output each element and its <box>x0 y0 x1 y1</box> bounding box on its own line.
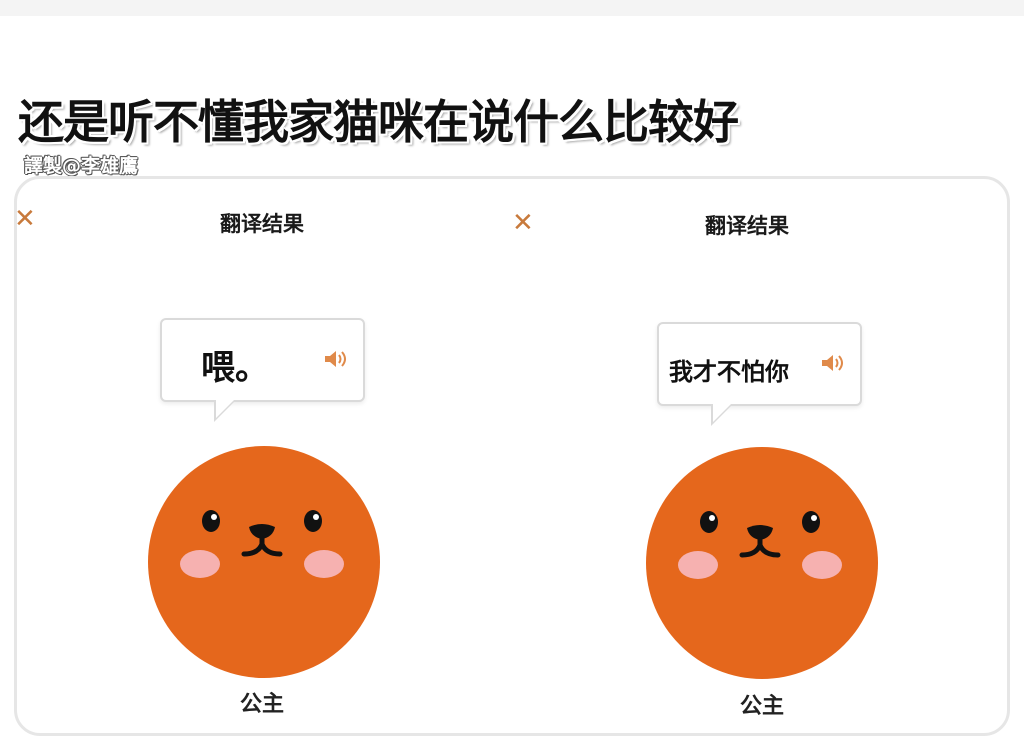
panel-title: 翻译结果 <box>705 214 789 238</box>
cat-name: 公主 <box>239 692 284 717</box>
speaker-icon[interactable] <box>820 352 846 374</box>
speech-bubble: 喂。 <box>160 318 365 422</box>
close-icon[interactable]: ✕ <box>512 210 534 236</box>
cat-face-icon <box>180 510 344 578</box>
bubble-tail-fill <box>713 404 731 422</box>
cat-face-icon <box>678 511 842 579</box>
close-icon[interactable]: ✕ <box>14 206 36 232</box>
cat-name: 公主 <box>739 694 784 719</box>
speech-text: 喂。 <box>201 348 269 388</box>
cat-avatar <box>148 446 380 678</box>
translator-credit: 譯製@李雄鷹 <box>24 155 139 177</box>
translation-panel-left: ✕ 翻译结果 喂。 公主 <box>14 176 514 736</box>
meme-caption: 还是听不懂我家猫咪在说什么比较好 <box>18 95 739 149</box>
translation-panel-right: ✕ 翻译结果 我才不怕你 公主 <box>510 176 1010 736</box>
speech-bubble: 我才不怕你 <box>657 322 862 426</box>
bubble-tail-fill <box>216 400 234 418</box>
panel-title: 翻译结果 <box>220 212 304 236</box>
speaker-icon[interactable] <box>323 348 349 370</box>
speech-text: 我才不怕你 <box>669 358 789 386</box>
top-strip <box>0 0 1024 16</box>
cat-avatar <box>646 447 878 679</box>
